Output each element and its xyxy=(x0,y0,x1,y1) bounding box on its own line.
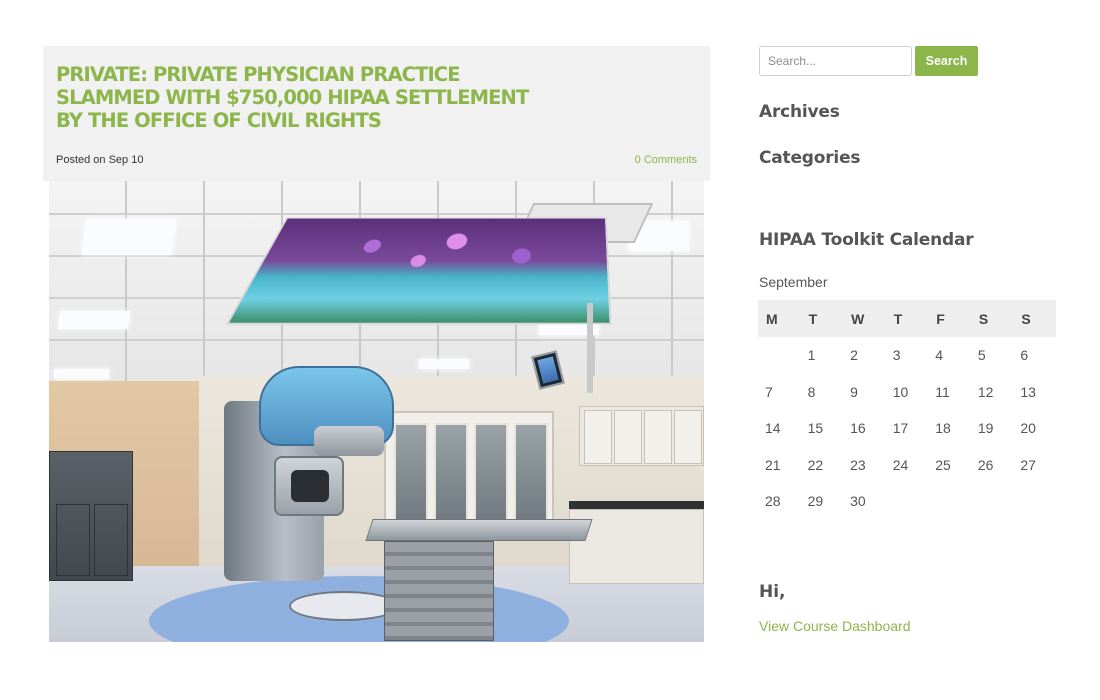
greeting: Hi, xyxy=(759,582,786,602)
weekday-header: F xyxy=(928,300,971,337)
glass-pane xyxy=(514,423,548,533)
gantry-nozzle xyxy=(314,426,384,456)
calendar-day: 25 xyxy=(935,456,951,473)
calendar-day: 8 xyxy=(807,383,816,400)
calendar-day: 21 xyxy=(765,456,781,473)
gantry-panel xyxy=(274,456,344,516)
cabinet-door xyxy=(94,504,128,576)
calendar-day: 26 xyxy=(977,456,994,473)
weekday-header: T xyxy=(800,300,844,337)
calendar-day: 10 xyxy=(892,383,909,400)
featured-image[interactable] xyxy=(49,181,704,642)
cabinet-door xyxy=(644,410,672,464)
floor-turntable xyxy=(289,591,399,621)
countertop xyxy=(569,501,704,509)
linear-accelerator xyxy=(224,366,394,581)
weekday-header: M xyxy=(758,300,801,337)
calendar-day: 7 xyxy=(765,383,773,400)
calendar-week-row: 14 15 16 17 18 19 20 xyxy=(758,410,1056,447)
calendar-day: 15 xyxy=(807,420,824,437)
couch-base xyxy=(384,541,494,641)
calendar-day: 17 xyxy=(892,420,909,437)
calendar-day xyxy=(971,483,1014,520)
calendar-day: 2 xyxy=(850,347,858,364)
post-title[interactable]: Private: Private Physician Practice Slam… xyxy=(56,63,576,132)
calendar-day: 9 xyxy=(850,383,858,400)
calendar-month: September xyxy=(759,274,828,290)
calendar-day: 22 xyxy=(807,456,824,473)
calendar-week-row: 28 29 30 xyxy=(758,483,1056,520)
calendar-day: 30 xyxy=(850,493,866,510)
calendar-day: 6 xyxy=(1020,347,1029,364)
glass-pane xyxy=(474,423,508,533)
calendar-day: 16 xyxy=(850,420,866,437)
monitor-arm xyxy=(587,303,593,393)
calendar-day: 20 xyxy=(1020,420,1036,437)
calendar-day: 12 xyxy=(977,383,994,400)
calendar-day: 1 xyxy=(807,347,816,364)
calendar-table: M T W T F S S 1 2 3 4 5 6 7 8 9 10 11 12… xyxy=(758,300,1056,520)
ceiling-light xyxy=(419,359,469,369)
cabinet-door xyxy=(584,410,612,464)
search-input[interactable] xyxy=(759,46,912,76)
calendar-day: 18 xyxy=(935,420,951,437)
calendar-day xyxy=(758,337,801,374)
course-dashboard-link[interactable]: View Course Dashboard xyxy=(759,618,911,634)
search-button[interactable]: Search xyxy=(915,46,978,76)
calendar-day: 14 xyxy=(765,420,781,437)
weekday-header: T xyxy=(885,300,929,337)
calendar-day: 29 xyxy=(807,493,824,510)
archives-heading: Archives xyxy=(759,102,840,122)
calendar-week-row: 7 8 9 10 11 12 13 xyxy=(758,374,1056,411)
calendar-day xyxy=(1013,483,1056,520)
calendar-day: 23 xyxy=(850,456,866,473)
post-title-line-2[interactable]: Slammed with $750,000 HIPAA Settlement xyxy=(56,86,576,109)
upper-cabinets xyxy=(579,406,704,466)
categories-heading: Categories xyxy=(759,148,861,168)
calendar-day xyxy=(886,483,929,520)
comments-link[interactable]: 0 Comments xyxy=(635,154,697,166)
calendar-day: 19 xyxy=(977,420,994,437)
post-title-line-3[interactable]: by the Office of Civil Rights xyxy=(56,109,576,132)
calendar-day xyxy=(928,483,971,520)
calendar-heading: HIPAA Toolkit Calendar xyxy=(759,230,974,250)
cabinet-door xyxy=(56,504,90,576)
calendar-day: 27 xyxy=(1020,456,1036,473)
calendar-weekday-row: M T W T F S S xyxy=(758,300,1056,337)
calendar-day: 5 xyxy=(977,347,986,364)
post-date: Posted on Sep 10 xyxy=(56,154,144,166)
ceiling-light xyxy=(57,311,131,329)
weekday-header: W xyxy=(843,300,886,337)
calendar-day: 13 xyxy=(1020,383,1036,400)
weekday-header: S xyxy=(970,300,1014,337)
weekday-header: S xyxy=(1013,300,1056,337)
treatment-couch xyxy=(365,519,593,541)
post-header: Private: Private Physician Practice Slam… xyxy=(43,46,710,181)
calendar-day: 24 xyxy=(892,456,909,473)
calendar-day: 4 xyxy=(935,347,944,364)
cabinet-door xyxy=(674,410,702,464)
sky-ceiling-panel xyxy=(225,217,612,325)
ceiling-light xyxy=(81,219,177,255)
ceiling-light xyxy=(54,369,109,379)
glass-pane xyxy=(394,423,428,533)
post-title-line-1[interactable]: Private: Private Physician Practice xyxy=(56,63,576,86)
calendar-day: 28 xyxy=(765,493,781,510)
glass-pane xyxy=(434,423,468,533)
calendar-day: 3 xyxy=(892,347,901,364)
cabinet-door xyxy=(614,410,642,464)
equipment-cabinet xyxy=(49,451,133,581)
calendar-week-row: 21 22 23 24 25 26 27 xyxy=(758,447,1056,484)
calendar-day: 11 xyxy=(935,383,950,400)
calendar-week-row: 1 2 3 4 5 6 xyxy=(758,337,1056,374)
